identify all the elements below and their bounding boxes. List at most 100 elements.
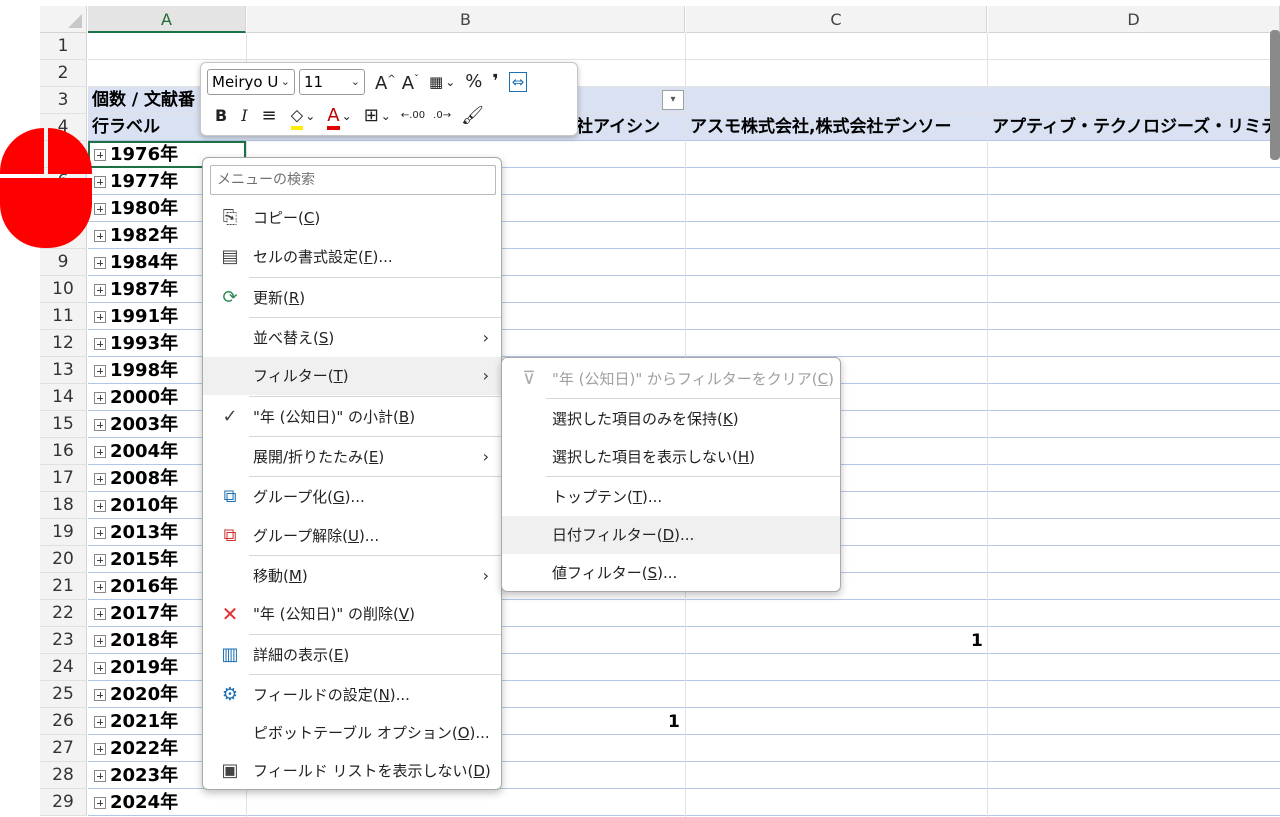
row-header[interactable]: 14: [40, 384, 87, 411]
expand-plus-icon[interactable]: [94, 662, 106, 674]
expand-plus-icon[interactable]: [94, 527, 106, 539]
menu-item-field-settings[interactable]: ⚙ フィールドの設定(N)...: [203, 676, 501, 714]
pivot-value-cell[interactable]: 1: [971, 628, 983, 655]
pivot-row-item[interactable]: 2024年: [94, 789, 178, 816]
menu-item-format-cells[interactable]: ▤ セルの書式設定(F)...: [203, 238, 501, 276]
pivot-row-item[interactable]: 1984年: [94, 249, 178, 276]
expand-plus-icon[interactable]: [94, 743, 106, 755]
vertical-scrollbar[interactable]: [1270, 30, 1280, 160]
increase-font-size-icon[interactable]: A^: [375, 65, 396, 99]
column-header-c[interactable]: C: [686, 6, 987, 33]
pivot-col-header-d[interactable]: アプティブ・テクノロジーズ・リミテッ: [992, 114, 1280, 141]
row-header[interactable]: 9: [40, 249, 87, 276]
expand-plus-icon[interactable]: [94, 635, 106, 647]
filter-dropdown-button[interactable]: ▾: [662, 90, 684, 110]
expand-plus-icon[interactable]: [94, 365, 106, 377]
row-header[interactable]: 28: [40, 762, 87, 789]
menu-item-move[interactable]: 移動(M) ›: [203, 557, 501, 595]
pivot-row-item[interactable]: 2016年: [94, 573, 178, 600]
pivot-row-item[interactable]: 1991年: [94, 303, 178, 330]
expand-plus-icon[interactable]: [94, 689, 106, 701]
pivot-row-item[interactable]: 2015年: [94, 546, 178, 573]
percent-style-icon[interactable]: %: [465, 67, 482, 97]
pivot-value-cell[interactable]: 1: [668, 709, 680, 736]
row-header[interactable]: 21: [40, 573, 87, 600]
menu-item-group[interactable]: ⧉ グループ化(G)...: [203, 478, 501, 516]
row-header[interactable]: 25: [40, 681, 87, 708]
pivot-value-label[interactable]: 個数 / 文献番: [92, 87, 195, 114]
pivot-col-header-c[interactable]: アスモ株式会社,株式会社デンソー: [690, 114, 951, 141]
expand-plus-icon[interactable]: [94, 338, 106, 350]
submenu-item-value-filter[interactable]: 値フィルター(S)...: [502, 554, 840, 592]
pivot-row-item[interactable]: 2004年: [94, 438, 178, 465]
expand-plus-icon[interactable]: [94, 797, 106, 809]
decrease-font-size-icon[interactable]: Aˇ: [402, 65, 419, 99]
row-header[interactable]: 27: [40, 735, 87, 762]
row-header[interactable]: 15: [40, 411, 87, 438]
row-header[interactable]: 23: [40, 627, 87, 654]
expand-plus-icon[interactable]: [94, 257, 106, 269]
row-header[interactable]: 11: [40, 303, 87, 330]
wrap-text-icon[interactable]: ⇔: [508, 72, 528, 92]
decrease-decimal-icon[interactable]: .0→: [433, 110, 451, 122]
menu-item-ungroup[interactable]: ⧉ グループ解除(U)...: [203, 517, 501, 555]
italic-icon[interactable]: I: [241, 101, 247, 131]
pivot-row-item[interactable]: 2000年: [94, 384, 178, 411]
format-painter-icon[interactable]: 🖌: [461, 101, 484, 131]
borders-icon[interactable]: ⊞: [364, 101, 379, 131]
pivot-row-item[interactable]: 1987年: [94, 276, 178, 303]
comma-style-icon[interactable]: ❜: [492, 67, 498, 97]
expand-plus-icon[interactable]: [94, 230, 106, 242]
pivot-row-item[interactable]: 1998年: [94, 357, 178, 384]
pivot-col-header-b[interactable]: 社アイシン: [576, 114, 660, 141]
pivot-row-item[interactable]: 1980年: [94, 195, 178, 222]
column-header-a[interactable]: A: [88, 6, 246, 33]
row-header[interactable]: 26: [40, 708, 87, 735]
row-header[interactable]: 19: [40, 519, 87, 546]
expand-plus-icon[interactable]: [94, 446, 106, 458]
column-header-b[interactable]: B: [247, 6, 685, 33]
row-header[interactable]: 20: [40, 546, 87, 573]
pivot-row-item[interactable]: 2008年: [94, 465, 178, 492]
submenu-item-clear-filter[interactable]: ⊽ "年 (公知日)" からフィルターをクリア(C): [502, 360, 840, 398]
cell-styles-icon[interactable]: ▦: [429, 67, 443, 97]
menu-item-expand-collapse[interactable]: 展開/折りたたみ(E) ›: [203, 438, 501, 476]
expand-plus-icon[interactable]: [94, 770, 106, 782]
row-header[interactable]: 1: [40, 33, 87, 60]
column-header-d[interactable]: D: [988, 6, 1280, 33]
pivot-row-item[interactable]: 1993年: [94, 330, 178, 357]
menu-item-pivot-options[interactable]: ピボットテーブル オプション(O)...: [203, 714, 501, 752]
pivot-row-item[interactable]: 1977年: [94, 168, 178, 195]
menu-item-filter[interactable]: フィルター(T) ›: [203, 357, 501, 395]
expand-plus-icon[interactable]: [94, 203, 106, 215]
row-header[interactable]: 10: [40, 276, 87, 303]
font-name-select[interactable]: Meiryo U ⌄: [207, 69, 295, 95]
chevron-down-icon[interactable]: ⌄: [381, 101, 391, 131]
menu-item-hide-field-list[interactable]: ▣ フィールド リストを表示しない(D): [203, 752, 501, 790]
expand-plus-icon[interactable]: [94, 473, 106, 485]
bold-icon[interactable]: B: [215, 101, 227, 131]
font-color-icon[interactable]: A: [327, 105, 340, 130]
submenu-item-date-filter[interactable]: 日付フィルター(D)...: [502, 516, 840, 554]
expand-plus-icon[interactable]: [94, 554, 106, 566]
expand-plus-icon[interactable]: [94, 716, 106, 728]
submenu-item-top-ten[interactable]: トップテン(T)...: [502, 478, 840, 516]
pivot-row-item[interactable]: 2003年: [94, 411, 178, 438]
menu-item-sort[interactable]: 並べ替え(S) ›: [203, 319, 501, 357]
align-center-icon[interactable]: ≡: [262, 101, 277, 131]
increase-decimal-icon[interactable]: ←.00: [401, 110, 425, 122]
pivot-row-item[interactable]: 2022年: [94, 735, 178, 762]
menu-search-input[interactable]: メニューの検索: [210, 165, 496, 195]
pivot-row-item[interactable]: 2020年: [94, 681, 178, 708]
chevron-down-icon[interactable]: ⌄: [445, 67, 455, 97]
expand-plus-icon[interactable]: [94, 176, 106, 188]
font-size-select[interactable]: 11 ⌄: [299, 69, 365, 95]
pivot-row-item[interactable]: 2021年: [94, 708, 178, 735]
expand-plus-icon[interactable]: [94, 500, 106, 512]
menu-item-subtotal[interactable]: ✓ "年 (公知日)" の小計(B): [203, 398, 501, 436]
chevron-down-icon[interactable]: ⌄: [342, 101, 352, 131]
row-header[interactable]: 16: [40, 438, 87, 465]
pivot-row-item[interactable]: 2018年: [94, 627, 178, 654]
pivot-row-item[interactable]: 2017年: [94, 600, 178, 627]
row-header[interactable]: 17: [40, 465, 87, 492]
